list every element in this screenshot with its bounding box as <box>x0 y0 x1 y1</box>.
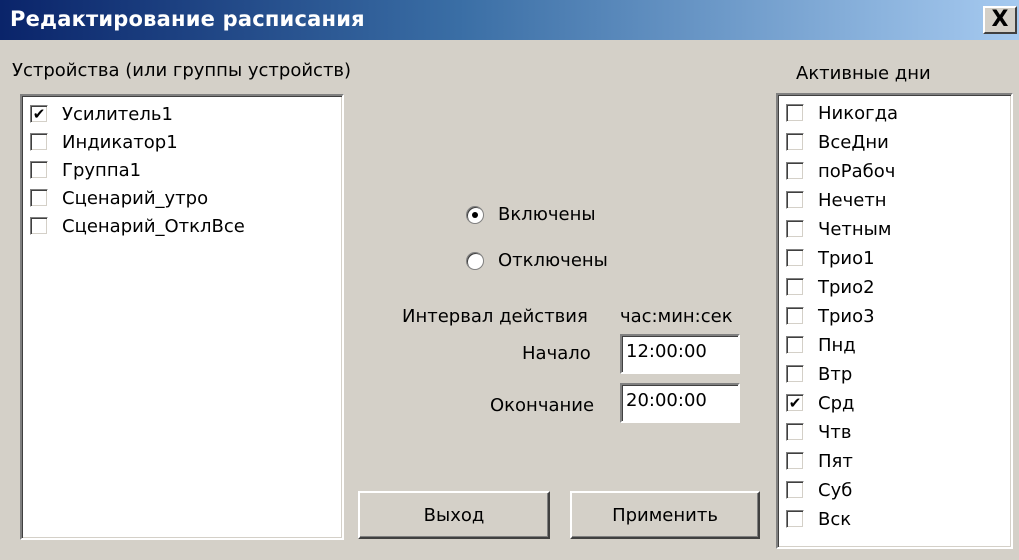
close-icon: X <box>991 7 1009 32</box>
end-label: Окончание <box>490 395 595 416</box>
device-checkbox-4[interactable] <box>30 217 48 235</box>
day-label-7: Трио3 <box>818 305 875 327</box>
device-checkbox-3[interactable] <box>30 189 48 207</box>
apply-button[interactable]: Применить <box>570 491 760 539</box>
day-checkbox-12[interactable] <box>786 452 804 470</box>
device-item-4[interactable]: Сценарий_ОтклВсе <box>30 212 245 240</box>
end-time-input[interactable]: 20:00:00 <box>620 383 740 423</box>
day-item-11[interactable]: Чтв <box>786 418 851 446</box>
day-item-3[interactable]: Нечетн <box>786 186 887 214</box>
day-item-2[interactable]: поРабоч <box>786 157 895 185</box>
day-checkbox-4[interactable] <box>786 220 804 238</box>
day-item-5[interactable]: Трио1 <box>786 244 875 272</box>
day-label-11: Чтв <box>818 421 852 443</box>
exit-button[interactable]: Выход <box>358 491 550 539</box>
day-item-13[interactable]: Суб <box>786 476 852 504</box>
start-label: Начало <box>522 343 591 364</box>
day-label-12: Пят <box>818 450 853 472</box>
day-item-14[interactable]: Вск <box>786 505 851 533</box>
day-label-13: Суб <box>818 479 853 501</box>
device-checkbox-0[interactable]: ✔ <box>30 105 48 123</box>
device-checkbox-2[interactable] <box>30 161 48 179</box>
day-label-4: Четным <box>818 218 892 240</box>
device-item-3[interactable]: Сценарий_утро <box>30 184 208 212</box>
window-title: Редактирование расписания <box>10 7 365 31</box>
day-label-2: поРабоч <box>818 160 896 182</box>
device-label-3: Сценарий_утро <box>62 187 209 209</box>
radio-disabled[interactable]: Отключены <box>466 250 608 271</box>
day-label-1: ВсеДни <box>818 131 889 153</box>
radio-enabled-icon[interactable] <box>466 205 484 224</box>
radio-disabled-label: Отключены <box>498 250 608 271</box>
day-label-10: Срд <box>818 392 855 414</box>
day-checkbox-5[interactable] <box>786 249 804 267</box>
interval-label: Интервал действия <box>402 306 588 327</box>
interval-format: час:мин:сек <box>620 306 733 327</box>
day-item-10[interactable]: ✔ Срд <box>786 389 854 417</box>
radio-disabled-icon[interactable] <box>466 251 484 270</box>
close-button[interactable]: X <box>983 6 1017 34</box>
device-label-1: Индикатор1 <box>62 131 178 153</box>
exit-button-label: Выход <box>423 504 485 526</box>
device-checkbox-1[interactable] <box>30 133 48 151</box>
day-label-3: Нечетн <box>818 189 887 211</box>
day-item-9[interactable]: Втр <box>786 360 852 388</box>
day-checkbox-10[interactable]: ✔ <box>786 394 804 412</box>
day-item-12[interactable]: Пят <box>786 447 853 475</box>
day-checkbox-3[interactable] <box>786 191 804 209</box>
days-list[interactable]: Никогда ВсеДни поРабоч Нечетн Четным Три… <box>776 93 1013 549</box>
device-label-4: Сценарий_ОтклВсе <box>62 215 245 237</box>
day-checkbox-8[interactable] <box>786 336 804 354</box>
day-item-7[interactable]: Трио3 <box>786 302 875 330</box>
day-checkbox-6[interactable] <box>786 278 804 296</box>
day-item-8[interactable]: Пнд <box>786 331 856 359</box>
device-item-1[interactable]: Индикатор1 <box>30 128 178 156</box>
day-label-0: Никогда <box>818 102 899 124</box>
day-label-14: Вск <box>818 508 852 530</box>
day-label-8: Пнд <box>818 334 856 356</box>
day-item-6[interactable]: Трио2 <box>786 273 875 301</box>
radio-enabled-label: Включены <box>498 204 596 225</box>
day-checkbox-0[interactable] <box>786 104 804 122</box>
radio-enabled[interactable]: Включены <box>466 204 596 225</box>
devices-list[interactable]: ✔ Усилитель1 Индикатор1 Группа1 Сценарий… <box>20 94 344 540</box>
days-header: Активные дни <box>796 63 931 84</box>
start-time-input[interactable]: 12:00:00 <box>620 334 740 374</box>
day-label-9: Втр <box>818 363 853 385</box>
title-bar[interactable]: Редактирование расписания X <box>0 0 1019 40</box>
day-checkbox-2[interactable] <box>786 162 804 180</box>
day-checkbox-7[interactable] <box>786 307 804 325</box>
day-item-0[interactable]: Никогда <box>786 99 898 127</box>
day-label-6: Трио2 <box>818 276 875 298</box>
schedule-editor-window: Редактирование расписания X Устройства (… <box>0 0 1019 560</box>
day-checkbox-11[interactable] <box>786 423 804 441</box>
device-label-2: Группа1 <box>62 159 142 181</box>
day-checkbox-1[interactable] <box>786 133 804 151</box>
device-item-0[interactable]: ✔ Усилитель1 <box>30 100 173 128</box>
device-label-0: Усилитель1 <box>62 103 173 125</box>
devices-header: Устройства (или группы устройств) <box>12 60 352 81</box>
day-item-1[interactable]: ВсеДни <box>786 128 889 156</box>
day-checkbox-9[interactable] <box>786 365 804 383</box>
day-checkbox-13[interactable] <box>786 481 804 499</box>
apply-button-label: Применить <box>612 504 718 526</box>
device-item-2[interactable]: Группа1 <box>30 156 141 184</box>
day-checkbox-14[interactable] <box>786 510 804 528</box>
day-label-5: Трио1 <box>818 247 875 269</box>
day-item-4[interactable]: Четным <box>786 215 891 243</box>
